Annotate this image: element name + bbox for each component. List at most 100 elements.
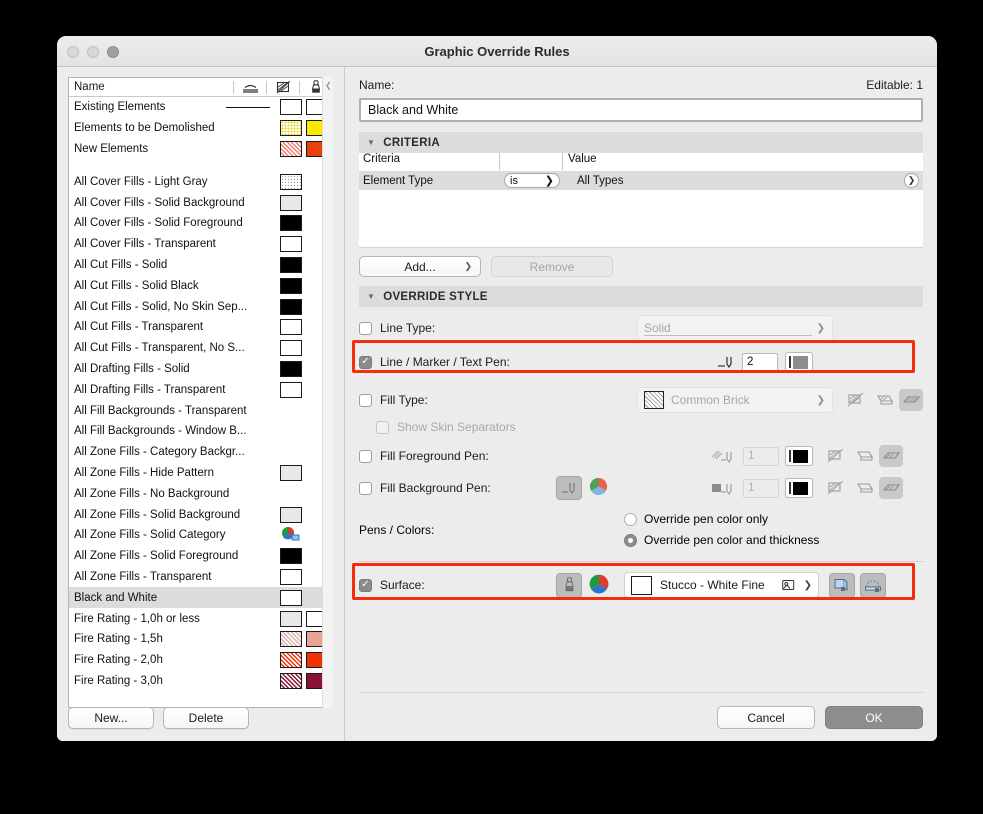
line-preview bbox=[226, 106, 270, 108]
list-item[interactable]: All Zone Fills - Hide Pattern bbox=[69, 463, 332, 484]
fill-background-pen-color-swatch[interactable] bbox=[785, 478, 813, 498]
list-item[interactable]: All Drafting Fills - Solid bbox=[69, 359, 332, 380]
surface-select[interactable]: Stucco - White Fine ❯ bbox=[624, 572, 819, 598]
cover-fill-icon[interactable] bbox=[851, 445, 875, 467]
fill-type-checkbox[interactable] bbox=[359, 393, 372, 407]
list-item[interactable]: New Elements bbox=[69, 139, 332, 160]
criteria-table[interactable]: Criteria Value Element Type is ❯ All Typ… bbox=[359, 153, 923, 248]
skin-separators-row: Show Skin Separators bbox=[359, 415, 923, 439]
surface-brush-button[interactable] bbox=[556, 572, 582, 598]
fill-icon[interactable] bbox=[267, 80, 299, 94]
fill-foreground-pen-checkbox[interactable] bbox=[359, 449, 372, 463]
surface-checkbox[interactable] bbox=[359, 578, 372, 592]
radio-option-color-only[interactable]: Override pen color only bbox=[624, 509, 819, 529]
radio-color-only[interactable] bbox=[624, 512, 637, 526]
list-action-buttons: New... Delete bbox=[68, 707, 249, 729]
row-swatch bbox=[280, 548, 302, 565]
fill-foreground-pen-color-swatch[interactable] bbox=[785, 446, 813, 466]
color-wheel-icon[interactable] bbox=[589, 477, 608, 499]
list-item[interactable]: Existing Elements bbox=[69, 97, 332, 118]
row-swatch bbox=[280, 120, 302, 137]
list-item[interactable]: All Zone Fills - Category Backgr... bbox=[69, 442, 332, 463]
criteria-operator-select[interactable]: is ❯ bbox=[504, 173, 560, 188]
list-item[interactable]: All Zone Fills - No Background bbox=[69, 483, 332, 504]
cover-fill-icon[interactable] bbox=[851, 477, 875, 499]
list-item[interactable]: All Cover Fills - Solid Background bbox=[69, 192, 332, 213]
new-button[interactable]: New... bbox=[68, 707, 154, 729]
fill-background-pen-number-input[interactable]: 1 bbox=[743, 478, 779, 498]
list-item-label: Fire Rating - 2,0h bbox=[74, 654, 163, 667]
list-item[interactable]: Black and White bbox=[69, 587, 332, 609]
line-pen-number-input[interactable]: 2 bbox=[742, 352, 778, 372]
window-title: Graphic Override Rules bbox=[424, 44, 570, 59]
line-pen-color-swatch[interactable] bbox=[785, 352, 813, 372]
rules-list[interactable]: Name Existing Elements Elements to be De… bbox=[68, 77, 333, 708]
line-type-select[interactable]: Solid ❯ bbox=[637, 315, 833, 341]
radio-option-color-thickness[interactable]: Override pen color and thickness bbox=[624, 529, 819, 551]
list-item[interactable]: All Cut Fills - Solid, No Skin Sep... bbox=[69, 296, 332, 317]
cut-fill-icon[interactable] bbox=[843, 389, 867, 411]
line-type-checkbox[interactable] bbox=[359, 321, 372, 335]
list-scrollbar[interactable]: ❮ bbox=[322, 77, 333, 708]
title-bar: Graphic Override Rules bbox=[57, 36, 937, 67]
drafting-fill-icon[interactable] bbox=[879, 445, 903, 467]
pens-colors-label: Pens / Colors: bbox=[359, 523, 435, 537]
list-item[interactable]: Fire Rating - 1,5h bbox=[69, 629, 332, 650]
pen-source-button[interactable] bbox=[556, 476, 582, 500]
chevron-down-icon[interactable]: ▼ bbox=[367, 138, 375, 147]
list-item[interactable]: Fire Rating - 2,0h bbox=[69, 650, 332, 671]
list-item[interactable]: All Cover Fills - Light Gray bbox=[69, 171, 332, 192]
list-item[interactable]: All Cover Fills - Transparent bbox=[69, 234, 332, 255]
drafting-fill-icon[interactable] bbox=[899, 389, 923, 411]
skin-separators-label: Show Skin Separators bbox=[397, 420, 516, 434]
cut-fill-icon[interactable] bbox=[823, 477, 847, 499]
cover-fill-icon[interactable] bbox=[871, 389, 895, 411]
add-criteria-button[interactable]: Add... ❯ bbox=[359, 256, 481, 277]
delete-button[interactable]: Delete bbox=[163, 707, 249, 729]
line-type-icon[interactable] bbox=[234, 81, 266, 93]
fill-background-pen-checkbox[interactable] bbox=[359, 481, 372, 495]
radio-color-thickness[interactable] bbox=[624, 533, 637, 547]
drafting-fill-icon[interactable] bbox=[879, 477, 903, 499]
list-item[interactable]: Fire Rating - 3,0h bbox=[69, 671, 332, 692]
list-item[interactable]: All Fill Backgrounds - Window B... bbox=[69, 421, 332, 442]
name-input[interactable]: Black and White bbox=[359, 98, 923, 122]
list-item[interactable]: Elements to be Demolished bbox=[69, 118, 332, 139]
row-swatch bbox=[280, 631, 302, 648]
list-item[interactable]: All Cut Fills - Solid Black bbox=[69, 275, 332, 296]
criteria-value-expand-button[interactable]: ❯ bbox=[904, 173, 919, 188]
pen-thickness-bar bbox=[789, 482, 791, 494]
list-item[interactable]: All Cover Fills - Solid Foreground bbox=[69, 213, 332, 234]
list-item[interactable]: All Cut Fills - Transparent, No S... bbox=[69, 338, 332, 359]
ok-button[interactable]: OK bbox=[825, 706, 923, 729]
color-wheel-icon[interactable] bbox=[589, 574, 609, 597]
list-item[interactable]: All Zone Fills - Transparent bbox=[69, 567, 332, 588]
criteria-section-title: CRITERIA bbox=[383, 136, 440, 149]
list-item[interactable]: All Zone Fills - Solid Category bbox=[69, 525, 332, 546]
list-item-label: All Zone Fills - Solid Background bbox=[74, 508, 241, 521]
cut-fill-icon[interactable] bbox=[823, 445, 847, 467]
scroll-up-icon[interactable]: ❮ bbox=[325, 81, 332, 90]
rules-list-rows[interactable]: Existing Elements Elements to be Demolish… bbox=[69, 97, 332, 691]
list-item[interactable]: All Fill Backgrounds - Transparent bbox=[69, 400, 332, 421]
list-item[interactable]: Fire Rating - 1,0h or less bbox=[69, 608, 332, 629]
cancel-button[interactable]: Cancel bbox=[717, 706, 815, 729]
list-item[interactable]: All Zone Fills - Solid Foreground bbox=[69, 546, 332, 567]
surface-render-button[interactable] bbox=[860, 572, 886, 598]
list-item[interactable]: All Drafting Fills - Transparent bbox=[69, 379, 332, 400]
skin-separators-checkbox[interactable] bbox=[376, 420, 389, 434]
list-item[interactable]: All Cut Fills - Solid bbox=[69, 255, 332, 276]
chevron-down-icon[interactable]: ▼ bbox=[367, 292, 375, 301]
override-style-section-header[interactable]: ▼ OVERRIDE STYLE bbox=[359, 286, 923, 307]
criteria-section-header[interactable]: ▼ CRITERIA bbox=[359, 132, 923, 153]
fill-foreground-pen-number-input[interactable]: 1 bbox=[743, 446, 779, 466]
solid-pen-icon bbox=[712, 484, 732, 495]
list-item[interactable]: All Zone Fills - Solid Background bbox=[69, 504, 332, 525]
fill-type-select[interactable]: Common Brick ❯ bbox=[637, 387, 833, 413]
line-pen-checkbox[interactable] bbox=[359, 355, 372, 369]
surface-3d-button[interactable] bbox=[829, 572, 855, 598]
surface-preview-icon[interactable] bbox=[781, 579, 796, 592]
remove-criteria-button[interactable]: Remove bbox=[491, 256, 613, 277]
criteria-row[interactable]: Element Type is ❯ All Types ❯ bbox=[359, 171, 923, 190]
list-item[interactable]: All Cut Fills - Transparent bbox=[69, 317, 332, 338]
